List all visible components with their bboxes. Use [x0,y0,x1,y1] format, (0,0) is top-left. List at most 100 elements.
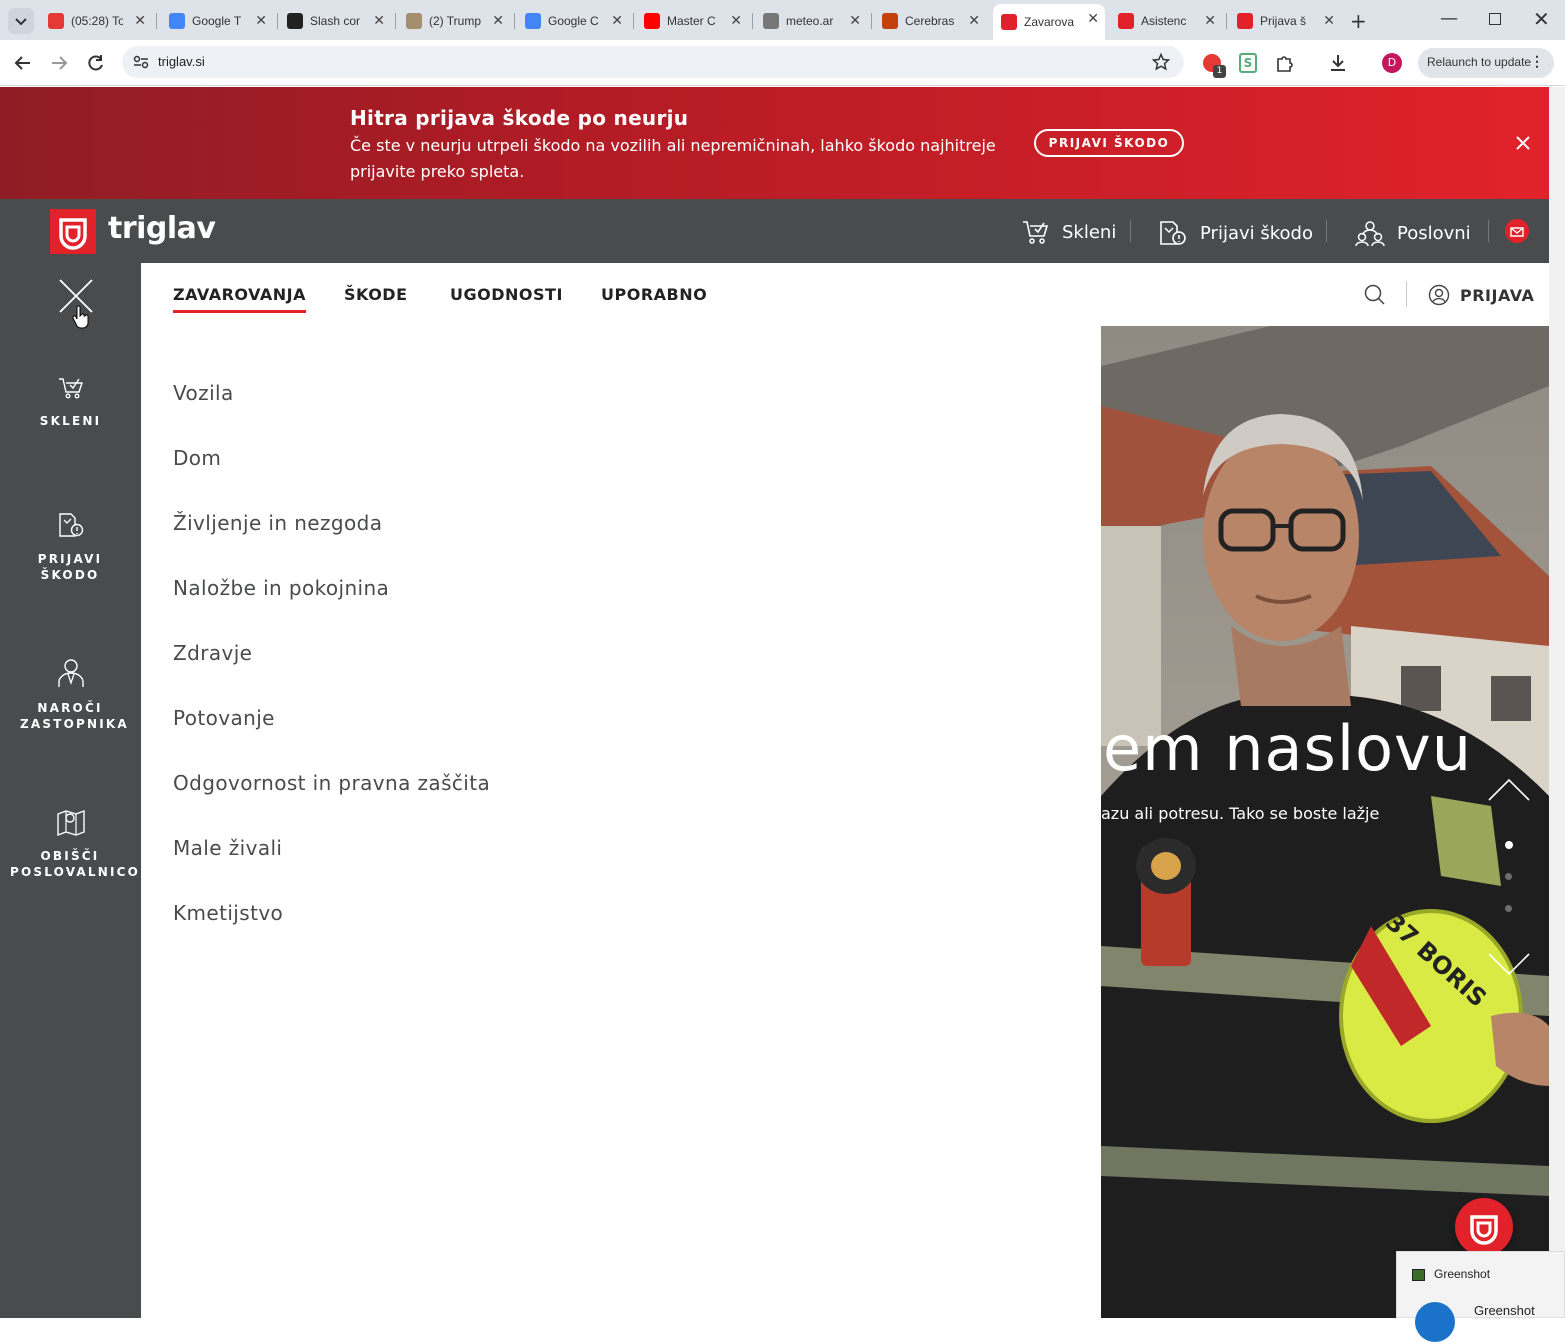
carousel-dot-active[interactable] [1505,841,1513,849]
new-tab-button[interactable]: + [1350,9,1367,33]
tab-close-icon[interactable]: ✕ [1323,12,1335,29]
tab-close-icon[interactable]: ✕ [611,12,623,29]
carousel-dot[interactable] [1505,905,1512,912]
back-icon[interactable] [13,54,33,72]
menu-item-dom[interactable]: Dom [173,446,221,470]
header-business-label: Poslovni [1397,222,1471,244]
tab-title: Zavarova [1024,15,1075,29]
tab-zavarovanja[interactable]: ZAVAROVANJA [173,285,306,313]
sidebar-item-prijavi-skodo[interactable]: PRIJAVI ŠKODO [0,511,141,583]
tab-ugodnosti[interactable]: UGODNOSTI [450,285,563,304]
browser-tab[interactable]: Cerebras ✕ [874,6,986,36]
header-skleni-link[interactable]: Skleni [1022,219,1116,245]
chevron-down-icon [15,18,27,26]
reload-icon[interactable] [86,53,106,73]
main-menu-tabs: ZAVAROVANJA ŠKODE UGODNOSTI UPORABNO PRI… [141,263,1549,326]
carousel-down-icon[interactable] [1487,952,1531,978]
browser-tab[interactable]: Master C ✕ [636,6,748,36]
header-claim-link[interactable]: Prijavi škodo [1158,219,1313,247]
tab-skode[interactable]: ŠKODE [344,285,408,304]
header-business-link[interactable]: Poslovni [1355,219,1471,247]
business-people-icon [1355,221,1385,247]
tab-close-icon[interactable]: ✕ [255,12,267,29]
extensions-puzzle-icon[interactable] [1275,53,1295,73]
address-bar[interactable]: triglav.si [122,46,1184,78]
header-mail-button[interactable] [1505,219,1529,243]
profile-avatar[interactable]: D [1382,53,1402,73]
url-text: triglav.si [158,54,205,69]
sidebar-item-agent[interactable]: NAROČI ZASTOPNIKA [0,658,141,732]
menu-item-potovanje[interactable]: Potovanje [173,706,275,730]
browser-toolbar: triglav.si 1 S D Relaunch to update ⋮ [0,40,1565,86]
tab-title: Asistenc [1141,14,1187,28]
tab-close-icon[interactable]: ✕ [1087,10,1099,27]
tab-separator [871,13,872,29]
sidebar-item-branch[interactable]: OBIŠČI POSLOVALNICO [0,808,141,880]
tab-title: Cerebras [905,14,955,28]
tab-close-icon[interactable]: ✕ [134,12,146,29]
tab-favicon-icon [1237,13,1253,29]
site-info-icon[interactable] [132,54,150,70]
tab-title: (05:28) To [71,14,123,28]
login-label: PRIJAVA [1460,285,1535,305]
window-close-button[interactable]: ✕ [1533,7,1550,31]
menu-item-zivljenje[interactable]: Življenje in nezgoda [173,511,382,535]
tab-separator [277,13,278,29]
tab-favicon-icon [644,13,660,29]
tab-favicon-icon [287,13,303,29]
triglav-logo-icon[interactable] [50,209,96,254]
browser-tab[interactable]: Zavarova ✕ [993,4,1105,40]
forward-icon[interactable] [49,54,69,72]
tab-close-icon[interactable]: ✕ [373,12,385,29]
relaunch-button[interactable]: Relaunch to update ⋮ [1418,48,1554,78]
sidebar-item-skleni[interactable]: SKLENI [0,375,141,429]
menu-item-kmetijstvo[interactable]: Kmetijstvo [173,901,283,925]
banner-close-icon[interactable] [1516,136,1530,150]
sidebar-item-label: PRIJAVI ŠKODO [37,552,103,582]
tab-close-icon[interactable]: ✕ [849,12,861,29]
carousel-dot[interactable] [1505,873,1512,880]
menu-item-odgovornost[interactable]: Odgovornost in pravna zaščita [173,771,490,795]
tab-favicon-icon [763,13,779,29]
report-damage-button[interactable]: PRIJAVI ŠKODO [1034,129,1184,157]
tab-close-icon[interactable]: ✕ [730,12,742,29]
browser-tab[interactable]: (05:28) To ✕ [40,6,152,36]
browser-tab[interactable]: Slash cor ✕ [279,6,391,36]
bookmark-star-icon[interactable] [1152,53,1170,71]
menu-item-zdravje[interactable]: Zdravje [173,641,252,665]
maximize-button[interactable] [1489,13,1501,25]
tab-favicon-icon [1001,14,1017,30]
browser-tab[interactable]: meteo.ar ✕ [755,6,867,36]
more-menu-icon[interactable]: ⋮ [1530,53,1544,70]
browser-tab[interactable]: (2) Trump ✕ [398,6,510,36]
menu-item-male-zivali[interactable]: Male živali [173,836,282,860]
tab-title: Master C [667,14,716,28]
tab-uporabno[interactable]: UPORABNO [601,285,707,304]
menu-item-nalozbe[interactable]: Naložbe in pokojnina [173,576,389,600]
greenshot-notification[interactable]: Greenshot Greenshot [1396,1251,1565,1342]
tab-separator [633,13,634,29]
browser-tab[interactable]: Asistenc ✕ [1110,6,1222,36]
carousel-up-icon[interactable] [1487,776,1531,802]
greenshot-icon [1412,1269,1425,1281]
chat-button[interactable] [1455,1198,1513,1256]
browser-tab[interactable]: Google C ✕ [517,6,629,36]
tab-separator [752,13,753,29]
tab-close-icon[interactable]: ✕ [968,12,980,29]
browser-tab[interactable]: Google T ✕ [161,6,273,36]
tab-close-icon[interactable]: ✕ [492,12,504,29]
tab-separator [514,13,515,29]
logo-text[interactable]: triglav [108,211,216,246]
downloads-icon[interactable] [1328,53,1348,73]
browser-tab-strip: (05:28) To ✕ Google T ✕ Slash cor ✕ (2) Trump ✕… [0,0,1565,40]
hero-subtext: azu ali potresu. Tako se boste lažje [1101,804,1380,823]
extension-s-icon[interactable]: S [1239,53,1257,73]
browser-tab[interactable]: Prijava š ✕ [1229,6,1341,36]
search-icon[interactable] [1364,284,1386,306]
tab-close-icon[interactable]: ✕ [1204,12,1216,29]
menu-item-vozila[interactable]: Vozila [173,381,234,405]
minimize-button[interactable]: — [1440,8,1458,29]
page-scrollbar[interactable] [1549,87,1565,1318]
tab-search-button[interactable] [8,8,34,34]
login-link[interactable]: PRIJAVA [1428,284,1534,306]
